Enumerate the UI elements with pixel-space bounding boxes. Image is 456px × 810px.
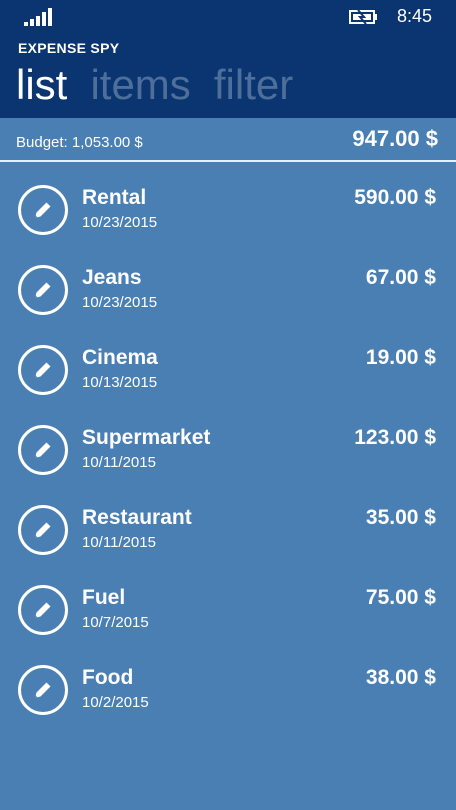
- expense-amount: 123.00 $: [354, 426, 436, 449]
- expense-name: Fuel: [82, 586, 126, 609]
- pencil-icon: [35, 282, 51, 298]
- clock: 8:45: [397, 6, 433, 26]
- pivot-header: list items filter: [16, 59, 311, 111]
- list-item[interactable]: Fuel 10/7/2015 75.00 $: [0, 578, 456, 658]
- expense-list: Rental 10/23/2015 590.00 $ Jeans 10/23/2…: [0, 178, 456, 738]
- expense-amount: 38.00 $: [365, 666, 436, 689]
- budget-summary: Budget: 1,053.00 $ 947.00 $: [0, 118, 456, 160]
- expense-date: 10/13/2015: [82, 374, 158, 391]
- expense-name: Restaurant: [82, 506, 192, 529]
- tab-list[interactable]: list: [16, 59, 67, 111]
- budget-label: Budget: 1,053.00 $: [16, 134, 143, 151]
- expense-date: 10/2/2015: [82, 694, 149, 711]
- expense-name: Food: [82, 666, 134, 689]
- pencil-icon: [35, 522, 51, 538]
- budget-remaining: 947.00 $: [352, 126, 438, 151]
- tab-filter[interactable]: filter: [214, 59, 293, 111]
- expense-date: 10/7/2015: [82, 614, 149, 631]
- expense-date: 10/11/2015: [82, 534, 156, 551]
- list-item[interactable]: Supermarket 10/11/2015 123.00 $: [0, 418, 456, 498]
- edit-button[interactable]: [18, 665, 68, 715]
- expense-name: Rental: [82, 186, 147, 209]
- pencil-icon: [35, 442, 51, 458]
- pencil-icon: [35, 602, 51, 618]
- edit-button[interactable]: [18, 185, 68, 235]
- pencil-icon: [35, 202, 51, 218]
- expense-date: 10/23/2015: [82, 294, 158, 311]
- expense-date: 10/23/2015: [82, 214, 158, 231]
- pencil-icon: [35, 362, 51, 378]
- list-item[interactable]: Rental 10/23/2015 590.00 $: [0, 178, 456, 258]
- expense-name: Jeans: [82, 266, 142, 289]
- divider: [0, 160, 456, 162]
- tab-items[interactable]: items: [90, 59, 190, 111]
- expense-name: Cinema: [82, 346, 158, 369]
- app-title: EXPENSE SPY: [18, 40, 120, 56]
- edit-button[interactable]: [18, 265, 68, 315]
- edit-button[interactable]: [18, 345, 68, 395]
- list-item[interactable]: Jeans 10/23/2015 67.00 $: [0, 258, 456, 338]
- edit-button[interactable]: [18, 585, 68, 635]
- expense-amount: 75.00 $: [365, 586, 436, 609]
- list-item[interactable]: Cinema 10/13/2015 19.00 $: [0, 338, 456, 418]
- edit-button[interactable]: [18, 505, 68, 555]
- list-item[interactable]: Food 10/2/2015 38.00 $: [0, 658, 456, 738]
- edit-button[interactable]: [18, 425, 68, 475]
- battery-charging-icon: [349, 9, 377, 25]
- pencil-icon: [35, 682, 51, 698]
- status-bar: 8:45: [0, 0, 456, 34]
- expense-amount: 19.00 $: [365, 346, 436, 369]
- expense-date: 10/11/2015: [82, 454, 156, 471]
- signal-strength-icon: [24, 8, 52, 26]
- expense-name: Supermarket: [82, 426, 211, 449]
- expense-amount: 35.00 $: [365, 506, 436, 529]
- list-item[interactable]: Restaurant 10/11/2015 35.00 $: [0, 498, 456, 578]
- expense-amount: 67.00 $: [365, 266, 436, 289]
- expense-amount: 590.00 $: [354, 186, 436, 209]
- app-header: EXPENSE SPY list items filter: [0, 34, 456, 118]
